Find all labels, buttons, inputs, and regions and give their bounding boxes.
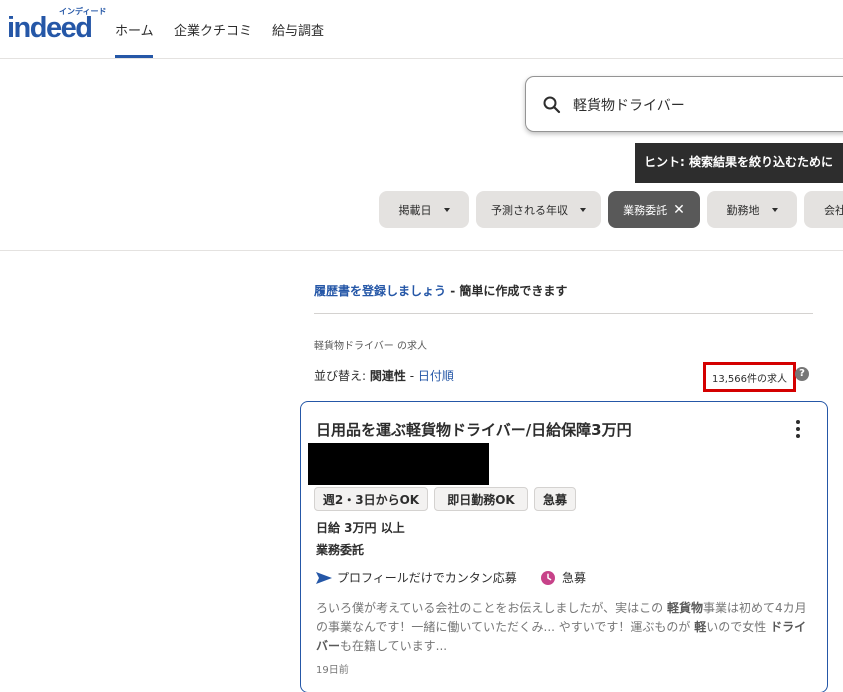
job-tag: 急募 [534,487,576,511]
filter-label: 会社 [824,203,843,217]
caret-down-icon [580,207,586,212]
search-icon [543,96,561,114]
snippet-part: ろいろ僕が考えている会社のことをお伝えしましたが、実はこの [316,601,667,615]
search-box[interactable] [525,76,843,132]
sort-options: 並び替え: 関連性 - 日付順 [314,367,454,384]
sort-separator: - [405,369,418,383]
sort-label: 並び替え: [314,369,370,383]
job-tag: 週2・3日からOK [314,487,428,511]
filter-label: 掲載日 [398,203,432,217]
job-card[interactable]: 日用品を運ぶ軽貨物ドライバー/日給保障3万円 週2・3日からOK 即日勤務OK … [300,401,828,692]
easy-apply-text: プロフィールだけでカンタン応募 [337,571,517,585]
caret-down-icon [771,207,778,212]
filter-label: 勤務地 [726,203,760,217]
urgent-text: 急募 [562,571,587,585]
resume-prompt-text: - 簡単に作成できます [446,284,568,298]
nav-salary-search[interactable]: 給与調査 [272,20,324,39]
help-icon[interactable]: ? [795,367,809,381]
snippet-part: も在籍しています... [340,639,448,653]
filter-label: 予測される年収 [491,203,568,217]
job-snippet: ろいろ僕が考えている会社のことをお伝えしましたが、実はこの 軽貨物事業は初めて4… [316,599,816,656]
hint-tooltip: ヒント: 検索結果を絞り込むために [635,143,843,183]
filter-estimated-salary[interactable]: 予測される年収 [476,191,601,228]
nav-home[interactable]: ホーム [115,20,154,39]
snippet-highlight: 軽 [694,620,707,634]
easy-apply-badge: プロフィールだけでカンタン応募 [316,569,517,586]
caret-down-icon [443,207,450,212]
results-heading: 軽貨物ドライバー の求人 [314,341,427,352]
urgent-badge: 急募 [541,569,586,586]
filter-job-type-active[interactable]: 業務委託 ✕ [608,191,700,228]
indeed-logo[interactable]: インディード indeed [7,6,106,46]
filter-date-posted[interactable]: 掲載日 [379,191,469,228]
resume-register-link[interactable]: 履歴書を登録しましょう [314,284,446,298]
clock-icon [541,570,555,585]
logo-text: indeed [7,12,93,44]
snippet-part: いので女性 [706,620,771,634]
nav-company-reviews[interactable]: 企業クチコミ [174,20,252,39]
filter-location[interactable]: 勤務地 [707,191,797,228]
snippet-highlight: 軽貨物 [666,601,703,615]
posted-date: 19日前 [316,665,349,676]
job-count: 13,566件の求人 [712,374,787,385]
resume-prompt: 履歴書を登録しましょう - 簡単に作成できます [314,282,567,299]
job-type: 業務委託 [316,543,365,557]
nav-home-active-indicator [115,55,153,58]
job-title[interactable]: 日用品を運ぶ軽貨物ドライバー/日給保障3万円 [316,419,632,440]
section-divider [0,250,843,251]
sort-relevance: 関連性 [369,369,406,383]
more-options-icon[interactable] [790,420,806,442]
send-icon [316,571,332,584]
filter-label: 業務委託 [623,203,668,217]
top-navigation: インディード indeed ホーム 企業クチコミ 給与調査 [0,0,843,59]
sort-by-date-link[interactable]: 日付順 [418,369,454,383]
redacted-company-info [308,443,489,485]
job-salary: 日給 3万円 以上 [316,521,405,535]
job-tag: 即日勤務OK [434,487,528,511]
close-icon[interactable]: ✕ [673,203,685,217]
filter-company[interactable]: 会社 [804,191,843,228]
resume-divider [314,313,813,314]
search-input[interactable] [573,94,843,116]
